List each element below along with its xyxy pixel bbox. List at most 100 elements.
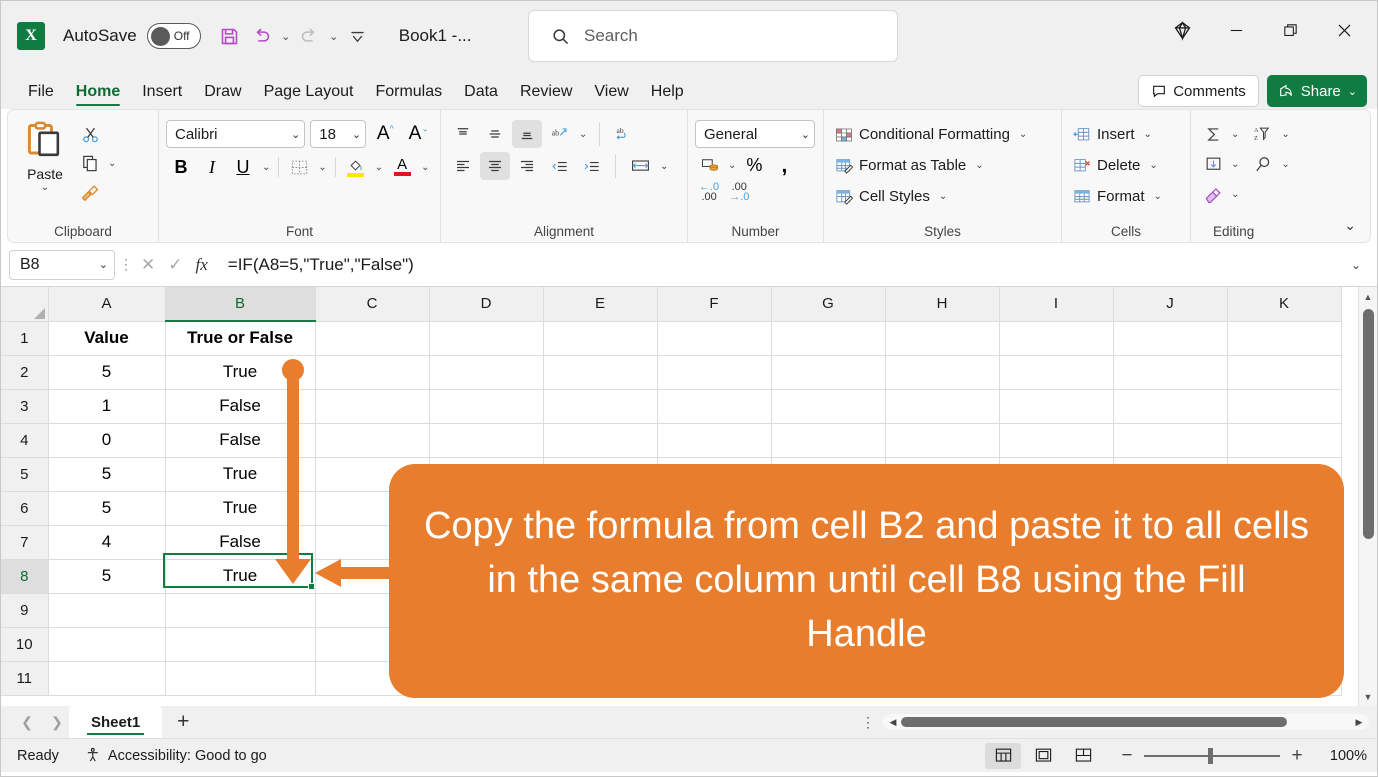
- font-family-dropdown-icon[interactable]: ⌄: [287, 128, 300, 141]
- autosum-dropdown-icon[interactable]: ⌄: [1228, 129, 1242, 140]
- tab-home[interactable]: Home: [65, 81, 131, 109]
- column-header-d[interactable]: D: [429, 287, 544, 322]
- copy-dropdown-icon[interactable]: ⌄: [105, 158, 119, 169]
- accounting-dropdown-icon[interactable]: ⌄: [725, 160, 739, 171]
- row-header-3[interactable]: 3: [1, 389, 49, 424]
- comma-style-button[interactable]: ,: [769, 151, 799, 179]
- cell-b2[interactable]: True: [165, 355, 316, 390]
- horizontal-scrollbar-thumb[interactable]: [901, 717, 1287, 727]
- vertical-scrollbar[interactable]: ▲ ▼: [1358, 287, 1377, 706]
- redo-dropdown-icon[interactable]: ⌄: [327, 30, 341, 43]
- cell-b10[interactable]: [165, 627, 316, 662]
- sheet-tab-options-icon[interactable]: ⋮: [853, 714, 883, 731]
- conditional-formatting-button[interactable]: Conditional Formatting ⌄: [831, 119, 1054, 150]
- cell-g3[interactable]: [771, 389, 886, 424]
- column-header-e[interactable]: E: [543, 287, 658, 322]
- minimize-icon[interactable]: [1209, 9, 1263, 51]
- column-header-h[interactable]: H: [885, 287, 1000, 322]
- cell-b5[interactable]: True: [165, 457, 316, 492]
- font-color-dropdown-icon[interactable]: ⌄: [418, 162, 432, 173]
- row-header-2[interactable]: 2: [1, 355, 49, 390]
- cell-a5[interactable]: 5: [48, 457, 166, 492]
- fill-button[interactable]: [1198, 150, 1228, 178]
- conditional-formatting-dropdown-icon[interactable]: ⌄: [1016, 129, 1030, 140]
- merge-dropdown-icon[interactable]: ⌄: [657, 161, 671, 172]
- zoom-slider[interactable]: [1144, 747, 1280, 764]
- sort-and-filter-button[interactable]: A Z: [1248, 120, 1278, 148]
- row-header-4[interactable]: 4: [1, 423, 49, 458]
- scroll-right-icon[interactable]: ▶: [1353, 717, 1365, 728]
- enter-formula-icon[interactable]: ✓: [168, 255, 182, 275]
- column-header-f[interactable]: F: [657, 287, 772, 322]
- share-dropdown-icon[interactable]: ⌄: [1348, 85, 1357, 98]
- cell-b11[interactable]: [165, 661, 316, 696]
- format-as-table-button[interactable]: Format as Table ⌄: [831, 150, 1054, 181]
- expand-formula-bar-icon[interactable]: ⌄: [1343, 258, 1369, 272]
- diamond-icon[interactable]: [1155, 9, 1209, 51]
- merge-and-center-button[interactable]: [625, 152, 655, 180]
- cell-b9[interactable]: [165, 593, 316, 628]
- column-header-g[interactable]: G: [771, 287, 886, 322]
- tab-insert[interactable]: Insert: [131, 81, 193, 109]
- copy-button[interactable]: [75, 149, 105, 177]
- page-break-preview-button[interactable]: [1065, 743, 1101, 769]
- cell-a11[interactable]: [48, 661, 166, 696]
- normal-view-button[interactable]: [985, 742, 1021, 769]
- delete-cells-dropdown-icon[interactable]: ⌄: [1146, 160, 1160, 171]
- cell-c2[interactable]: [315, 355, 430, 390]
- cell-styles-dropdown-icon[interactable]: ⌄: [936, 191, 950, 202]
- insert-cells-button[interactable]: Insert ⌄: [1069, 119, 1183, 150]
- row-header-9[interactable]: 9: [1, 593, 49, 628]
- align-bottom-button[interactable]: [512, 120, 542, 148]
- row-header-1[interactable]: 1: [1, 321, 49, 356]
- cell-i3[interactable]: [999, 389, 1114, 424]
- cell-g1[interactable]: [771, 321, 886, 356]
- align-center-button[interactable]: [480, 152, 510, 180]
- find-and-select-button[interactable]: [1248, 150, 1278, 178]
- cell-a7[interactable]: 4: [48, 525, 166, 560]
- tab-draw[interactable]: Draw: [193, 81, 252, 109]
- cell-b3[interactable]: False: [165, 389, 316, 424]
- cell-f2[interactable]: [657, 355, 772, 390]
- tab-review[interactable]: Review: [509, 81, 583, 109]
- increase-font-size-button[interactable]: A^: [371, 120, 399, 148]
- cell-b1[interactable]: True or False: [165, 321, 316, 356]
- number-format-dropdown-icon[interactable]: ⌄: [797, 128, 810, 141]
- format-cells-button[interactable]: Format ⌄: [1069, 181, 1183, 212]
- add-sheet-button[interactable]: +: [162, 710, 204, 734]
- cell-h3[interactable]: [885, 389, 1000, 424]
- column-header-j[interactable]: J: [1113, 287, 1228, 322]
- scroll-up-icon[interactable]: ▲: [1359, 287, 1377, 306]
- row-header-5[interactable]: 5: [1, 457, 49, 492]
- font-size-select[interactable]: 18 ⌄: [310, 120, 367, 148]
- decrease-indent-button[interactable]: [544, 152, 574, 180]
- column-header-k[interactable]: K: [1227, 287, 1342, 322]
- number-format-select[interactable]: General ⌄: [695, 120, 815, 148]
- delete-cells-button[interactable]: Delete ⌄: [1069, 150, 1183, 181]
- autosum-button[interactable]: [1198, 120, 1228, 148]
- align-right-button[interactable]: [512, 152, 542, 180]
- row-header-8[interactable]: 8: [1, 559, 49, 594]
- accounting-format-button[interactable]: [695, 151, 725, 179]
- cell-b6[interactable]: True: [165, 491, 316, 526]
- borders-button[interactable]: [284, 153, 314, 181]
- cell-d1[interactable]: [429, 321, 544, 356]
- cell-j3[interactable]: [1113, 389, 1228, 424]
- underline-button[interactable]: U: [228, 153, 258, 181]
- cell-f4[interactable]: [657, 423, 772, 458]
- chevron-right-icon[interactable]: ❯: [45, 714, 69, 731]
- row-header-6[interactable]: 6: [1, 491, 49, 526]
- scroll-left-icon[interactable]: ◀: [887, 717, 899, 728]
- cell-b7[interactable]: False: [165, 525, 316, 560]
- cell-e4[interactable]: [543, 423, 658, 458]
- font-color-button[interactable]: A: [387, 153, 417, 181]
- tab-formulas[interactable]: Formulas: [364, 81, 453, 109]
- cell-i1[interactable]: [999, 321, 1114, 356]
- insert-function-icon[interactable]: fx: [196, 255, 208, 275]
- insert-cells-dropdown-icon[interactable]: ⌄: [1141, 129, 1155, 140]
- orientation-dropdown-icon[interactable]: ⌄: [576, 129, 590, 140]
- wrap-text-button[interactable]: ab: [609, 120, 639, 148]
- undo-icon[interactable]: [247, 21, 277, 51]
- cell-a6[interactable]: 5: [48, 491, 166, 526]
- accessibility-status[interactable]: Accessibility: Good to go: [85, 747, 267, 764]
